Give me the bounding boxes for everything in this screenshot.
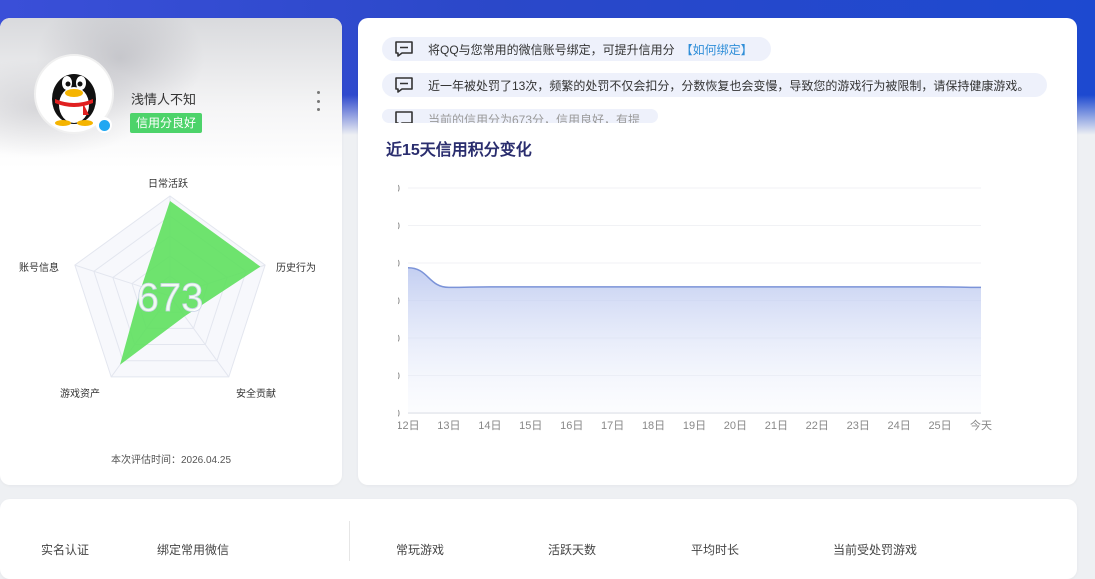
frequent-games-label: 常玩游戏	[396, 543, 445, 557]
profile-card: 浅情人不知 信用分良好 673 日常活跃 历史行为 安全贡献 游戏资产 账号信息…	[0, 18, 342, 485]
x-tick-label: 今天	[970, 418, 992, 432]
x-tick-label: 25日	[928, 420, 951, 432]
x-tick-label: 16日	[560, 420, 583, 432]
nickname: 浅情人不知	[131, 92, 197, 107]
radar-label-history-behavior: 历史行为	[276, 263, 316, 274]
x-tick-label: 13日	[437, 420, 460, 432]
y-tick-label: 1,000	[398, 221, 400, 233]
real-name-label: 实名认证	[41, 543, 90, 557]
current-penalty-games-label: 当前受处罚游戏	[833, 543, 918, 557]
online-status-icon	[96, 117, 112, 133]
x-tick-label: 12日	[398, 420, 420, 432]
x-tick-label: 23日	[847, 420, 870, 432]
chart-title: 近15天信用积分变化	[386, 142, 532, 159]
credit-status-badge: 信用分良好	[130, 113, 203, 133]
notice-item[interactable]: 近一年被处罚了13次，频繁的处罚不仅会扣分，分数恢复也会变慢，导致您的游戏行为被…	[382, 73, 1048, 97]
credit-score: 673	[137, 276, 204, 320]
radar-label-account-info: 账号信息	[19, 263, 59, 274]
active-days-label: 活跃天数	[548, 543, 597, 557]
y-tick-label: 0	[398, 408, 400, 420]
notice-item[interactable]: 当前的信用分为673分，信用良好，有提	[382, 109, 659, 123]
y-tick-label: 200	[398, 371, 400, 383]
message-icon	[394, 41, 414, 57]
radar-label-security-contribution: 安全贡献	[236, 389, 276, 400]
message-icon	[394, 77, 414, 93]
radar-label-daily-activity: 日常活跃	[148, 179, 188, 190]
evaluation-time: 本次评估时间：2026.04.25	[110, 455, 232, 466]
more-options-icon[interactable]	[313, 91, 323, 111]
message-icon	[394, 111, 414, 123]
x-tick-label: 19日	[683, 420, 706, 432]
notice-text: 当前的信用分为673分，信用良好，有提	[428, 113, 641, 123]
credit-trend-chart: 0 200 400 600 800 1,000 1,200 12日 13日 14日 15日 16日 1…	[372, 178, 1038, 458]
penguin-icon	[52, 74, 96, 126]
chart-series-line	[407, 266, 982, 289]
y-tick-label: 800	[398, 258, 400, 270]
credit-radar-chart: 673 日常活跃 历史行为 安全贡献 游戏资产 账号信息	[0, 168, 342, 408]
y-tick-label: 400	[398, 333, 400, 345]
bind-wechat-label: 绑定常用微信	[157, 543, 230, 557]
notice-item[interactable]: 将QQ与您常用的微信账号绑定，可提升信用分 【如何绑定】	[382, 37, 771, 61]
account-stats-card: 实名认证 绑定常用微信 常玩游戏 活跃天数 平均时长 当前受处罚游戏	[0, 499, 1077, 579]
x-tick-label: 21日	[765, 420, 788, 432]
y-tick-label: 600	[398, 296, 400, 308]
notice-text: 将QQ与您常用的微信账号绑定，可提升信用分	[428, 42, 675, 57]
x-tick-label: 17日	[601, 420, 624, 432]
chart-area-fill	[408, 267, 981, 413]
x-tick-label: 22日	[806, 420, 829, 432]
notice-text: 近一年被处罚了13次，频繁的处罚不仅会扣分，分数恢复也会变慢，导致您的游戏行为被…	[428, 78, 1030, 93]
radar-label-game-assets: 游戏资产	[60, 389, 100, 400]
stats-divider	[349, 521, 350, 561]
how-to-bind-link[interactable]: 【如何绑定】	[681, 41, 753, 58]
x-tick-label: 20日	[724, 420, 747, 432]
x-tick-label: 14日	[478, 420, 501, 432]
x-tick-label: 18日	[642, 420, 665, 432]
y-tick-label: 1,200	[398, 183, 400, 195]
average-duration-label: 平均时长	[691, 543, 740, 557]
credit-detail-card: 将QQ与您常用的微信账号绑定，可提升信用分 【如何绑定】 近一年被处罚了13次，…	[358, 18, 1077, 485]
x-tick-label: 24日	[888, 420, 911, 432]
x-tick-label: 15日	[519, 420, 542, 432]
